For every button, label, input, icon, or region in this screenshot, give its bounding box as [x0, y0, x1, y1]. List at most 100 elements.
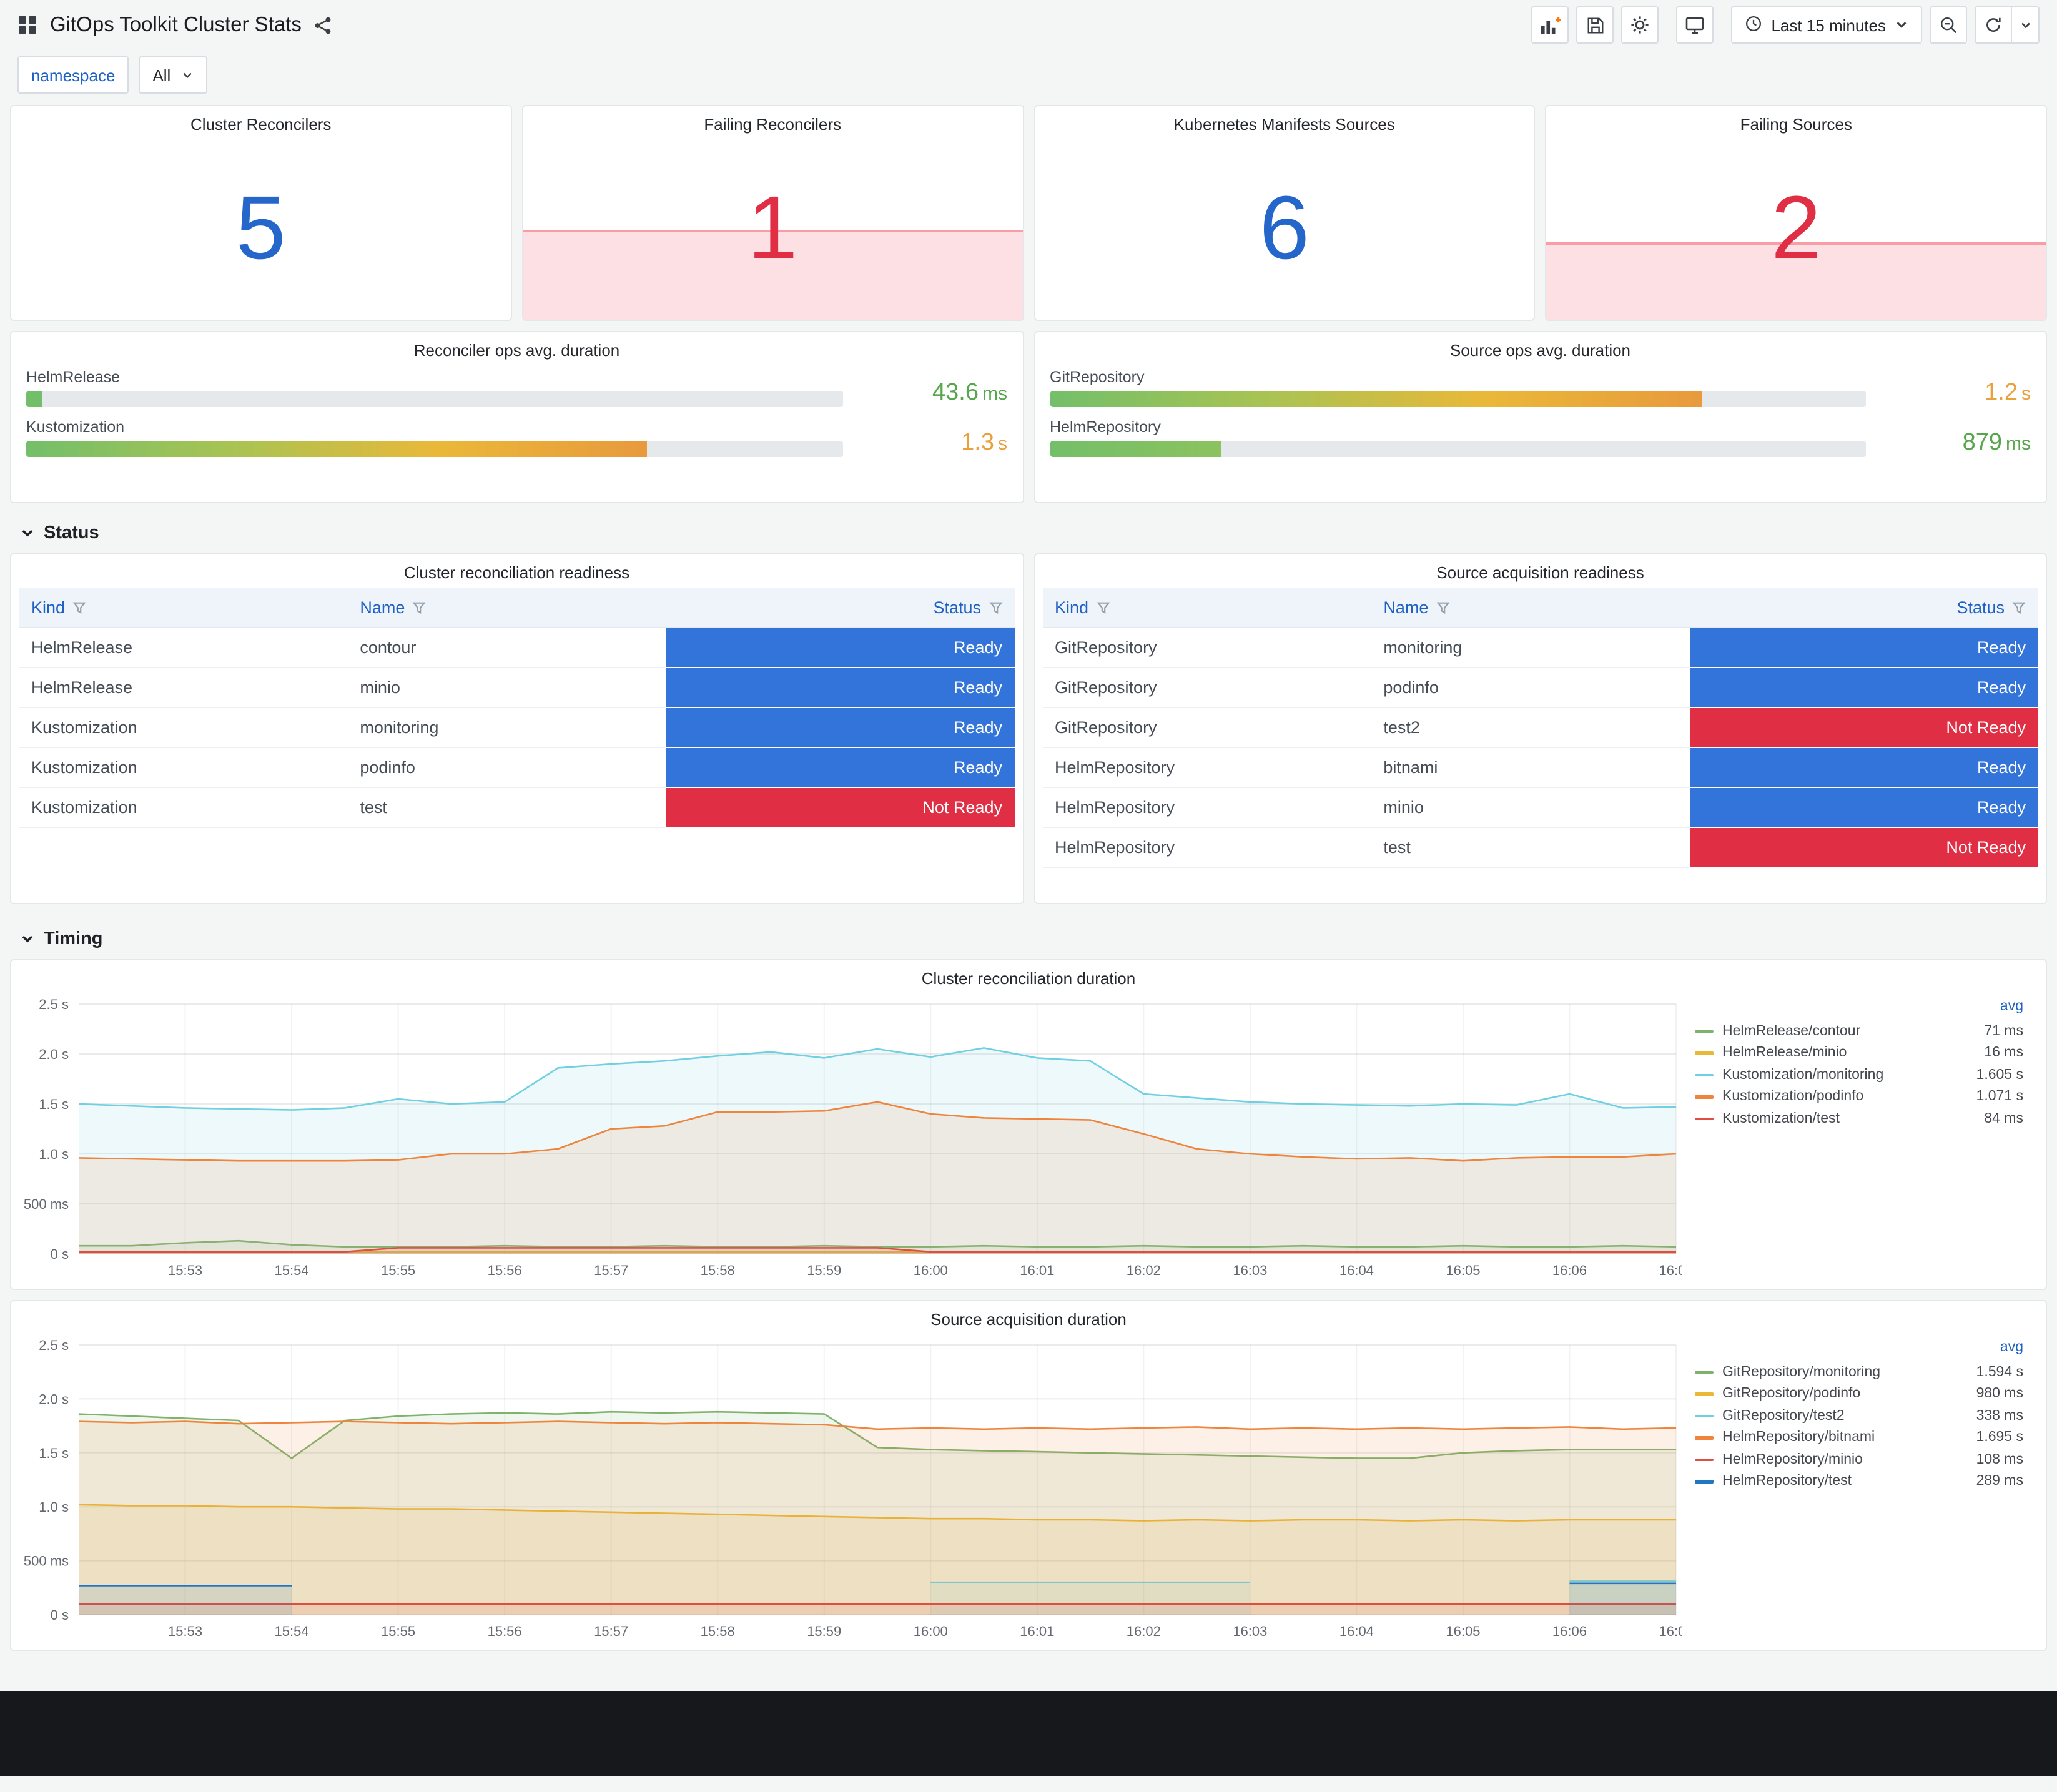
legend-item[interactable]: GitRepository/monitoring 1.594 s: [1695, 1361, 2023, 1383]
column-header-kind[interactable]: Kind: [19, 588, 348, 628]
legend-item[interactable]: Kustomization/monitoring 1.605 s: [1695, 1064, 2023, 1086]
legend-item[interactable]: Kustomization/test 84 ms: [1695, 1108, 2023, 1130]
variable-namespace-label: namespace: [17, 56, 129, 94]
panel-title[interactable]: Source acquisition readiness: [1035, 554, 2046, 586]
series-name: Kustomization/monitoring: [1722, 1067, 1884, 1083]
kind-cell: HelmRepository: [1042, 747, 1371, 788]
apps-grid-icon[interactable]: [17, 15, 37, 35]
series-avg-value: 1.605 s: [1976, 1067, 2023, 1083]
legend-avg-header[interactable]: avg: [1695, 999, 2023, 1020]
section-row-status[interactable]: Status: [10, 508, 2047, 553]
gauge-value: 1.2 s: [1985, 380, 2031, 406]
gauge-row-helmrepository: HelmRepository 879 ms: [1050, 418, 2031, 457]
svg-text:16:02: 16:02: [1127, 1623, 1161, 1639]
refresh-interval-dropdown[interactable]: [2012, 6, 2040, 44]
panel-title[interactable]: Reconciler ops avg. duration: [11, 332, 1022, 363]
bottom-dark-strip: [0, 1691, 2057, 1776]
panel-reconciler-ops-avg-duration: Reconciler ops avg. duration HelmRelease…: [10, 331, 1024, 503]
svg-text:16:03: 16:03: [1233, 1263, 1267, 1278]
svg-text:1.5 s: 1.5 s: [39, 1445, 69, 1461]
legend-item[interactable]: HelmRepository/bitnami 1.695 s: [1695, 1427, 2023, 1449]
svg-text:0 s: 0 s: [51, 1246, 69, 1262]
time-range-picker[interactable]: Last 15 minutes: [1731, 6, 1922, 44]
refresh-button[interactable]: [1975, 6, 2012, 44]
kind-cell: GitRepository: [1042, 667, 1371, 708]
share-icon[interactable]: [314, 16, 333, 34]
series-avg-value: 16 ms: [1984, 1045, 2023, 1061]
name-cell: bitnami: [1371, 747, 1690, 788]
legend-item[interactable]: GitRepository/podinfo 980 ms: [1695, 1383, 2023, 1405]
gauge-value: 43.6 ms: [932, 380, 1007, 406]
panel-title[interactable]: Source ops avg. duration: [1035, 332, 2046, 363]
filter-funnel-icon[interactable]: [989, 601, 1002, 614]
variables-bar: namespace All: [0, 50, 2057, 105]
add-panel-button[interactable]: [1531, 6, 1569, 44]
variable-namespace-select[interactable]: All: [139, 56, 207, 94]
svg-text:16:04: 16:04: [1339, 1263, 1374, 1278]
timeseries-plot[interactable]: 0 s 500 ms 1.0 s 1.5 s 2.0 s 2.5 s 15:53 15:54 1…: [19, 992, 1682, 1284]
top-nav: GitOps Toolkit Cluster Stats Last 15 min…: [0, 0, 2057, 50]
stat-panel-kubernetes-manifests-sources: Kubernetes Manifests Sources 6: [1033, 105, 1536, 321]
panel-title[interactable]: Failing Reconcilers: [699, 106, 846, 137]
column-header-name[interactable]: Name: [347, 588, 666, 628]
svg-text:15:54: 15:54: [275, 1623, 309, 1639]
filter-funnel-icon[interactable]: [1436, 601, 1449, 614]
status-badge: Ready: [1689, 628, 2038, 668]
filter-funnel-icon[interactable]: [72, 601, 86, 614]
panel-title[interactable]: Cluster Reconcilers: [185, 106, 336, 137]
panel-title[interactable]: Kubernetes Manifests Sources: [1169, 106, 1400, 137]
table-row: HelmRepository minio Ready: [1042, 787, 2038, 828]
panel-title[interactable]: Source acquisition duration: [11, 1301, 2046, 1332]
variable-namespace-value: All: [152, 66, 171, 84]
svg-text:2.0 s: 2.0 s: [39, 1391, 69, 1407]
name-cell: monitoring: [1371, 628, 1690, 668]
dashboard-settings-button[interactable]: [1621, 6, 1659, 44]
chart-legend: avg HelmRelease/contour 71 ms HelmRelease/m…: [1682, 992, 2038, 1130]
svg-text:1.5 s: 1.5 s: [39, 1096, 69, 1112]
name-cell: podinfo: [347, 747, 666, 788]
column-header-kind[interactable]: Kind: [1042, 588, 1371, 628]
legend-item[interactable]: Kustomization/podinfo 1.071 s: [1695, 1086, 2023, 1108]
gauge-bar: [26, 391, 43, 407]
legend-item[interactable]: HelmRelease/contour 71 ms: [1695, 1020, 2023, 1042]
stat-value: 6: [1259, 179, 1310, 278]
status-badge: Ready: [666, 707, 1015, 748]
column-header-status[interactable]: Status: [666, 588, 1015, 628]
kind-cell: HelmRepository: [1042, 787, 1371, 828]
series-name: GitRepository/monitoring: [1722, 1364, 1881, 1380]
filter-funnel-icon[interactable]: [412, 601, 426, 614]
svg-text:16:02: 16:02: [1127, 1263, 1161, 1278]
readiness-table: Kind Name Status HelmRelease contour Ready He…: [19, 588, 1015, 828]
filter-funnel-icon[interactable]: [1096, 601, 1110, 614]
series-avg-value: 108 ms: [1976, 1452, 2023, 1467]
filter-funnel-icon[interactable]: [2012, 601, 2026, 614]
name-cell: podinfo: [1371, 667, 1690, 708]
gauge-label: GitRepository: [1050, 368, 1145, 386]
status-badge: Ready: [666, 667, 1015, 708]
legend-item[interactable]: GitRepository/test2 338 ms: [1695, 1405, 2023, 1427]
panel-cluster-reconciliation-readiness: Cluster reconciliation readiness Kind Nam…: [10, 553, 1024, 904]
panel-title[interactable]: Cluster reconciliation duration: [11, 960, 2046, 992]
svg-text:16:05: 16:05: [1446, 1263, 1480, 1278]
save-dashboard-button[interactable]: [1576, 6, 1614, 44]
panel-title[interactable]: Failing Sources: [1735, 106, 1857, 137]
series-color-icon: [1695, 1095, 1714, 1098]
legend-avg-header[interactable]: avg: [1695, 1340, 2023, 1361]
column-header-name[interactable]: Name: [1371, 588, 1690, 628]
legend-item[interactable]: HelmRepository/minio 108 ms: [1695, 1449, 2023, 1470]
legend-item[interactable]: HelmRelease/minio 16 ms: [1695, 1042, 2023, 1064]
column-header-status[interactable]: Status: [1689, 588, 2038, 628]
table-row: GitRepository podinfo Ready: [1042, 667, 2038, 708]
timeseries-plot[interactable]: 0 s 500 ms 1.0 s 1.5 s 2.0 s 2.5 s 15:53 15:54 1…: [19, 1332, 1682, 1645]
status-badge: Ready: [666, 747, 1015, 788]
legend-item[interactable]: HelmRepository/test 289 ms: [1695, 1470, 2023, 1492]
panel-title[interactable]: Cluster reconciliation readiness: [11, 554, 1022, 586]
section-row-timing[interactable]: Timing: [10, 909, 2047, 959]
time-range-label: Last 15 minutes: [1771, 16, 1886, 34]
svg-text:15:55: 15:55: [381, 1623, 415, 1639]
zoom-out-button[interactable]: [1930, 6, 1967, 44]
svg-text:16:07: 16:07: [1659, 1623, 1682, 1639]
svg-text:1.0 s: 1.0 s: [39, 1146, 69, 1162]
cycle-view-mode-button[interactable]: [1676, 6, 1714, 44]
svg-text:16:00: 16:00: [914, 1263, 948, 1278]
